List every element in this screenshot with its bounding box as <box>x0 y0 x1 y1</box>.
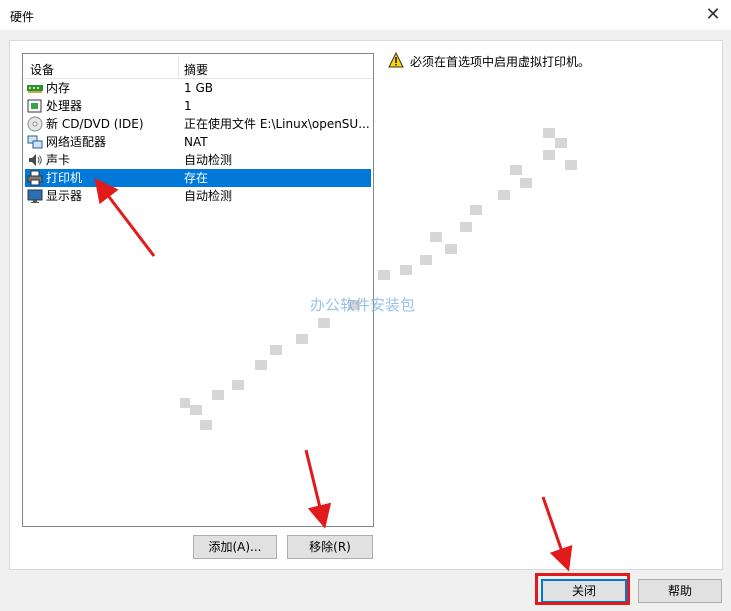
hardware-dialog: 硬件 ✕ 设备 摘要 内存 1 GB 处理器 1 新 CD/DVD (IDE) … <box>0 0 731 611</box>
annotation-arrows <box>94 177 573 572</box>
arrow-to-remove <box>304 449 332 529</box>
arrow-to-close <box>541 496 573 572</box>
arrow-to-printer <box>94 177 156 257</box>
